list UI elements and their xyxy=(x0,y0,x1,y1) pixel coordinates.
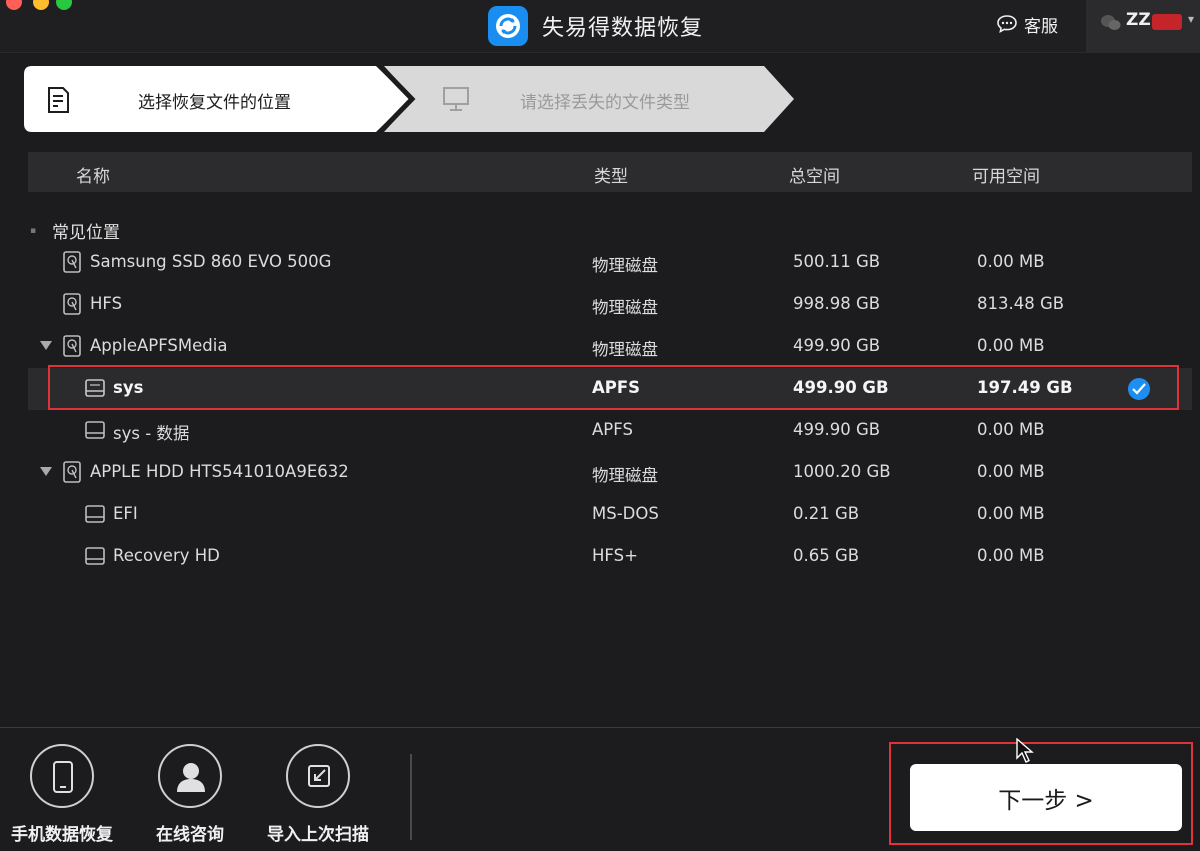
support-label: 客服 xyxy=(1024,16,1058,37)
phone-recovery-button[interactable]: 手机数据恢复 xyxy=(2,744,122,845)
row-name: Samsung SSD 860 EVO 500G xyxy=(90,252,332,271)
row-total: 998.98 GB xyxy=(793,294,881,313)
row-total: 500.11 GB xyxy=(793,252,881,271)
table-row[interactable]: APPLE HDD HTS541010A9E632 物理磁盘 1000.20 G… xyxy=(28,452,1192,494)
user-name: ZZ xyxy=(1126,10,1151,30)
row-type: APFS xyxy=(592,420,633,439)
row-total: 499.90 GB xyxy=(793,336,881,355)
row-total: 499.90 GB xyxy=(793,420,881,439)
expand-triangle-icon[interactable] xyxy=(40,467,52,476)
hard-disk-icon xyxy=(63,251,81,273)
table-header: 名称 类型 总空间 可用空间 xyxy=(28,152,1192,192)
minimize-window-button[interactable] xyxy=(33,0,49,10)
row-name: EFI xyxy=(113,504,138,523)
support-button[interactable]: 客服 xyxy=(996,12,1058,37)
table-row[interactable]: sys - 数据 APFS 499.90 GB 0.00 MB xyxy=(28,410,1192,452)
step-2-label: 请选择丢失的文件类型 xyxy=(520,93,690,113)
app-logo-icon xyxy=(488,6,528,46)
selection-highlight-frame xyxy=(48,365,1179,410)
phone-recovery-label: 手机数据恢复 xyxy=(11,825,113,845)
monitor-icon xyxy=(443,87,469,111)
title-bar: 失易得数据恢复 客服 ZZ ▾ xyxy=(0,0,1200,53)
row-free: 0.00 MB xyxy=(977,462,1045,481)
row-free: 813.48 GB xyxy=(977,294,1065,313)
row-type: HFS+ xyxy=(592,546,638,565)
step-indicator: 选择恢复文件的位置 请选择丢失的文件类型 xyxy=(24,66,804,132)
zoom-window-button[interactable] xyxy=(56,0,72,10)
import-last-scan-button[interactable]: 导入上次扫描 xyxy=(258,744,378,845)
row-type: 物理磁盘 xyxy=(592,298,658,317)
column-header-name[interactable]: 名称 xyxy=(76,162,110,187)
step-1-label: 选择恢复文件的位置 xyxy=(138,93,291,113)
toolbar-separator xyxy=(410,754,412,840)
row-free: 0.00 MB xyxy=(977,420,1045,439)
person-icon xyxy=(177,763,205,792)
table-row[interactable]: Samsung SSD 860 EVO 500G 物理磁盘 500.11 GB … xyxy=(28,242,1192,284)
row-free: 0.00 MB xyxy=(977,504,1045,523)
volume-icon xyxy=(85,421,105,439)
row-total: 0.21 GB xyxy=(793,504,860,523)
app-title: 失易得数据恢复 xyxy=(542,16,704,41)
table-row[interactable]: HFS 物理磁盘 998.98 GB 813.48 GB xyxy=(28,284,1192,326)
mouse-cursor-icon xyxy=(1016,738,1034,763)
row-type: 物理磁盘 xyxy=(592,466,658,485)
row-name: AppleAPFSMedia xyxy=(90,336,228,355)
column-header-free[interactable]: 可用空间 xyxy=(972,162,1040,187)
row-free: 0.00 MB xyxy=(977,546,1045,565)
row-name: sys - 数据 xyxy=(113,424,190,443)
row-free: 0.00 MB xyxy=(977,252,1045,271)
phone-icon xyxy=(53,761,73,793)
table-row[interactable]: Recovery HD HFS+ 0.65 GB 0.00 MB xyxy=(28,536,1192,578)
chevron-down-icon: ▾ xyxy=(1188,12,1195,26)
hard-disk-icon xyxy=(63,335,81,357)
row-name: APPLE HDD HTS541010A9E632 xyxy=(90,462,349,481)
next-step-button[interactable]: 下一步 > xyxy=(910,764,1182,831)
row-name: HFS xyxy=(90,294,123,313)
row-type: 物理磁盘 xyxy=(592,256,658,275)
row-type: MS-DOS xyxy=(592,504,659,523)
table-row[interactable]: EFI MS-DOS 0.21 GB 0.00 MB xyxy=(28,494,1192,536)
hard-disk-icon xyxy=(63,293,81,315)
row-name: Recovery HD xyxy=(113,546,220,565)
user-menu[interactable]: ZZ ▾ xyxy=(1086,0,1200,52)
expand-triangle-icon[interactable] xyxy=(40,341,52,350)
chat-bubble-icon xyxy=(997,15,1017,34)
online-consult-label: 在线咨询 xyxy=(156,825,224,845)
user-badge xyxy=(1152,14,1182,30)
row-total: 0.65 GB xyxy=(793,546,860,565)
document-edit-icon xyxy=(48,87,69,113)
section-common-locations: 常见位置 xyxy=(52,223,120,243)
row-total: 1000.20 GB xyxy=(793,462,891,481)
column-header-type[interactable]: 类型 xyxy=(594,162,628,187)
online-consult-button[interactable]: 在线咨询 xyxy=(130,744,250,845)
column-header-total[interactable]: 总空间 xyxy=(789,162,840,187)
close-window-button[interactable] xyxy=(6,0,22,10)
import-icon xyxy=(308,765,330,787)
volume-icon xyxy=(85,547,105,565)
import-last-scan-label: 导入上次扫描 xyxy=(267,825,369,845)
row-type: 物理磁盘 xyxy=(592,340,658,359)
section-bullet-icon: ▪ xyxy=(30,226,37,236)
row-free: 0.00 MB xyxy=(977,336,1045,355)
wechat-icon xyxy=(1101,15,1121,30)
table-row[interactable]: AppleAPFSMedia 物理磁盘 499.90 GB 0.00 MB xyxy=(28,326,1192,368)
volume-icon xyxy=(85,505,105,523)
bottom-toolbar: 手机数据恢复 在线咨询 导入上次扫描 下一步 > xyxy=(0,728,1200,851)
hard-disk-icon xyxy=(63,461,81,483)
